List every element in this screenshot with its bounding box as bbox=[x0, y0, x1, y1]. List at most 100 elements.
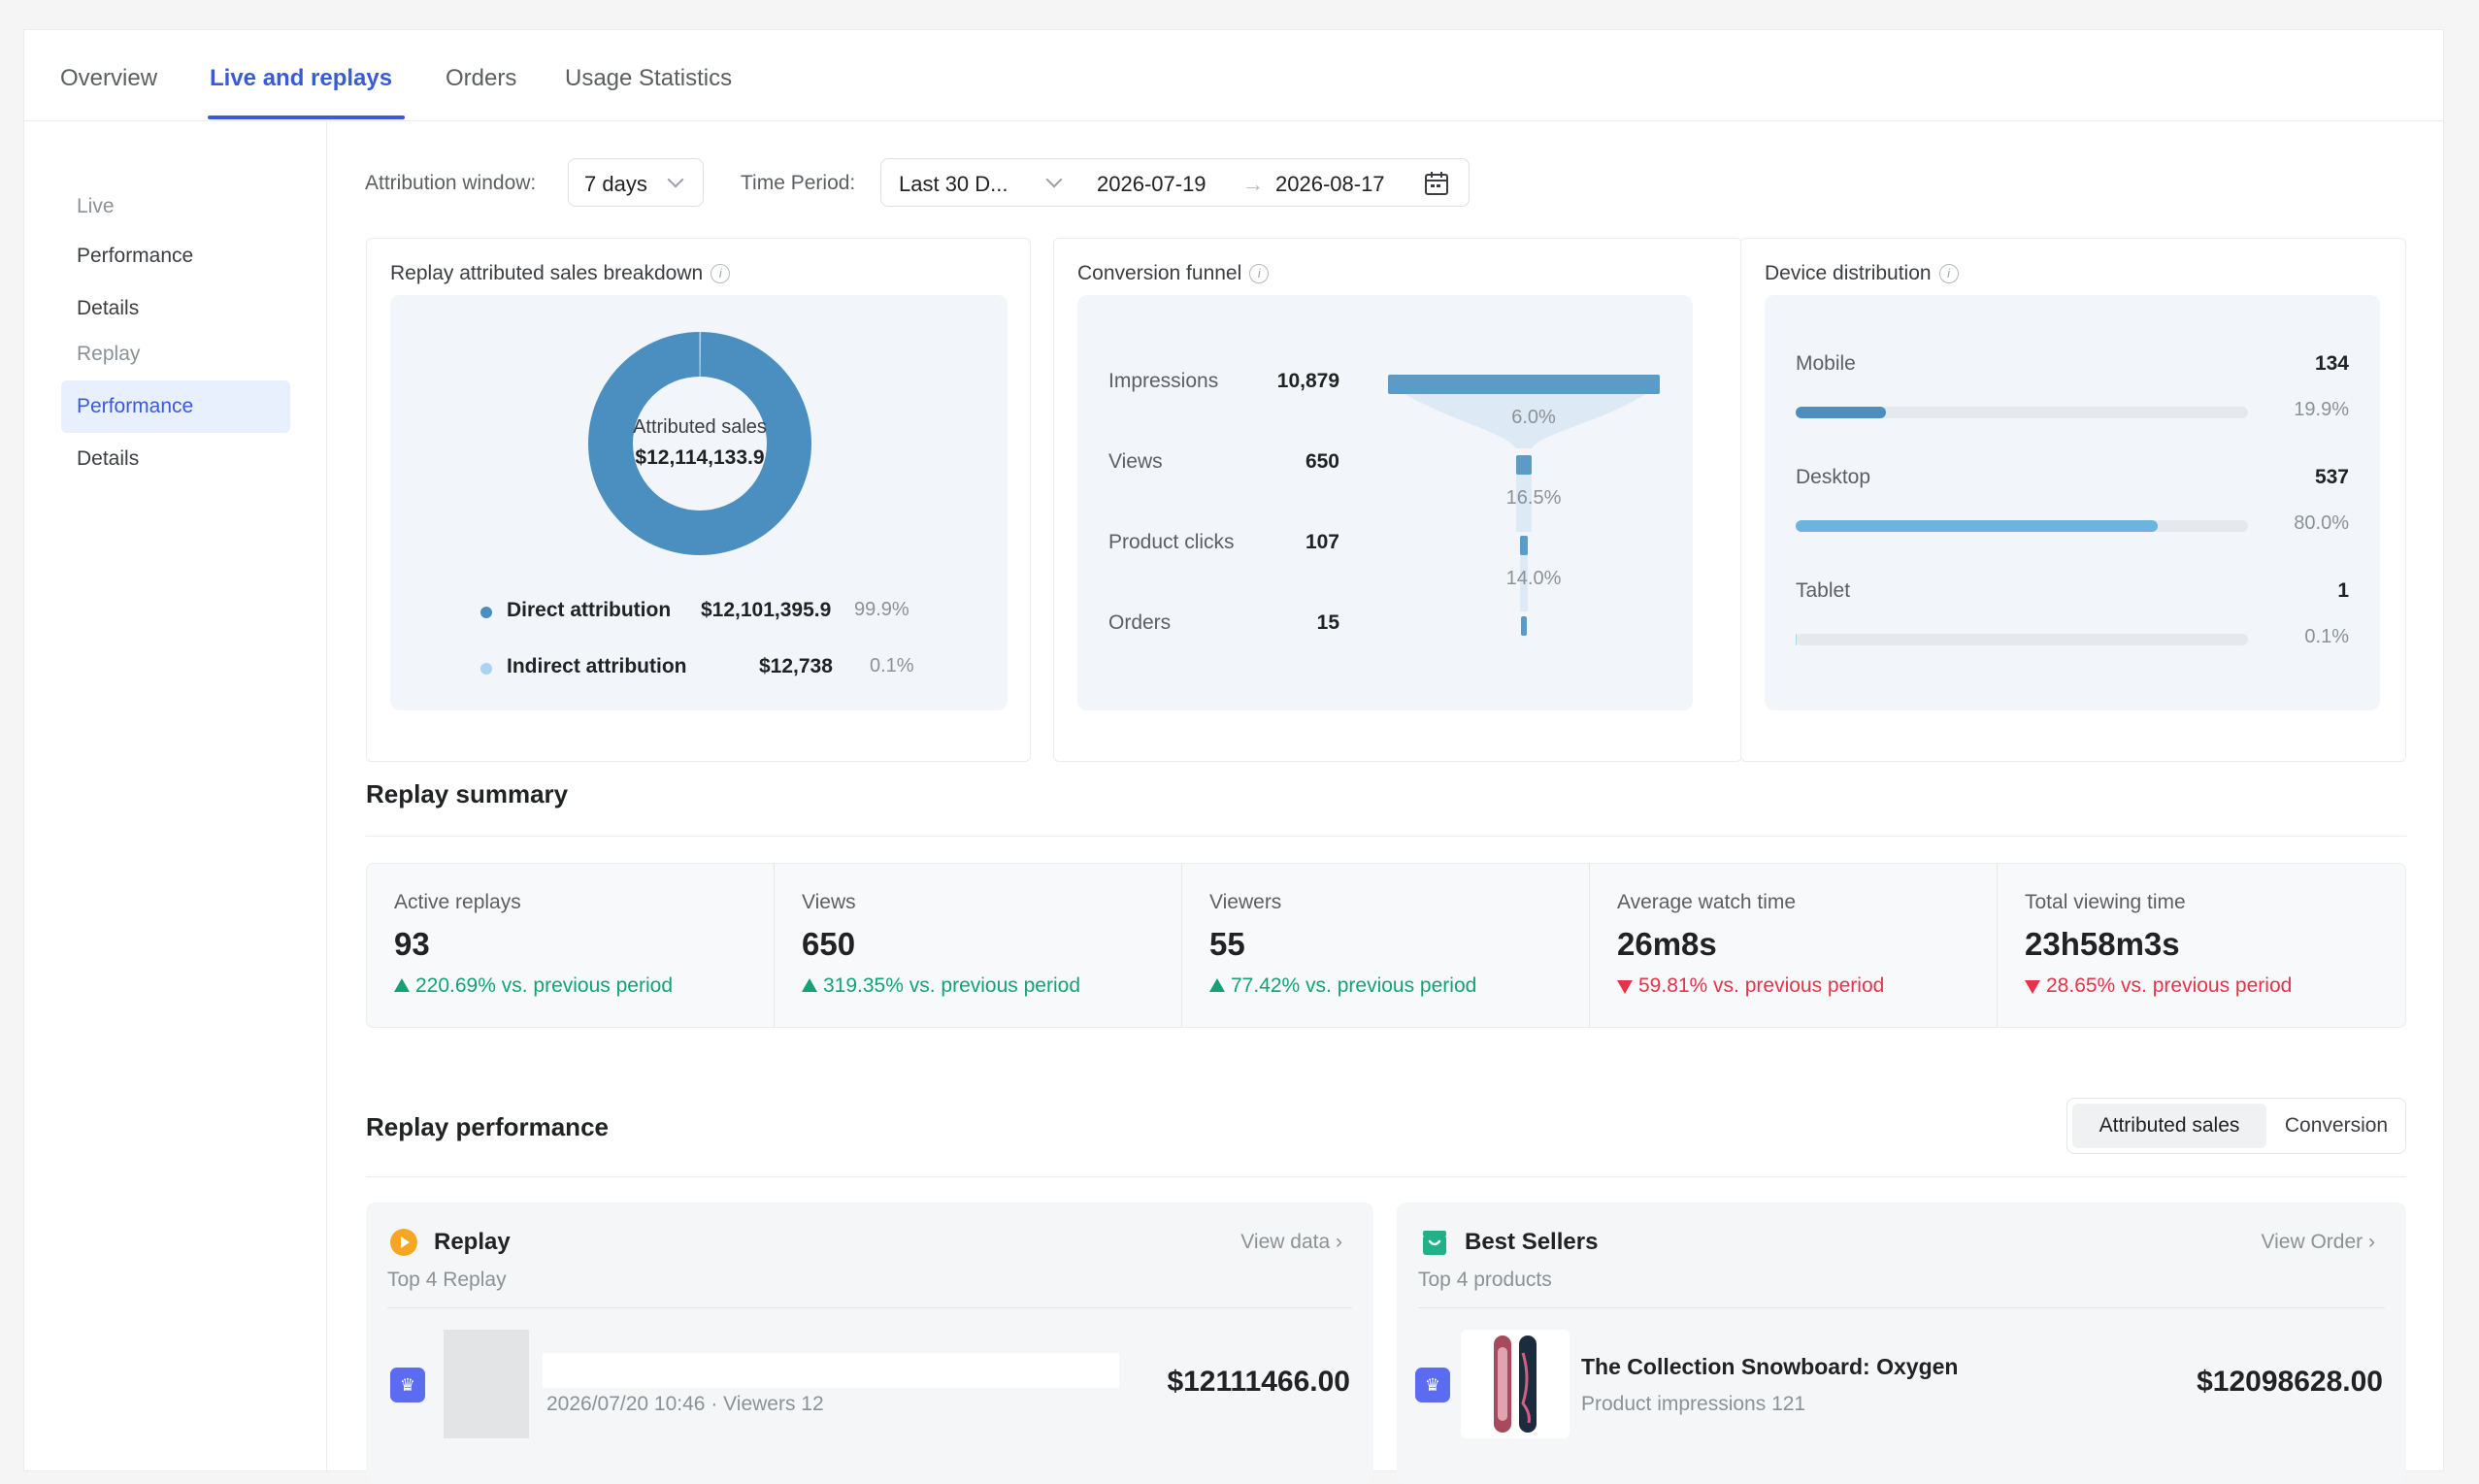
legend-pct: 0.1% bbox=[870, 655, 914, 676]
arrow-up-icon bbox=[802, 978, 817, 992]
tab-bar: Overview Live and replays Orders Usage S… bbox=[24, 30, 2443, 121]
funnel-value-product-clicks: 107 bbox=[1305, 531, 1339, 553]
donut-center-label: Attributed sales bbox=[633, 416, 767, 438]
metric-value: 26m8s bbox=[1617, 926, 1717, 962]
section-divider bbox=[366, 1176, 2406, 1177]
replay-summary-title: Replay summary bbox=[366, 779, 569, 808]
replay-performance-title: Replay performance bbox=[366, 1112, 609, 1141]
product-meta: Product impressions 121 bbox=[1581, 1393, 1806, 1415]
device-bar-track-desktop bbox=[1796, 520, 2248, 532]
funnel-bar-orders bbox=[1521, 616, 1527, 636]
info-icon[interactable]: i bbox=[1938, 264, 1959, 284]
funnel-label-orders: Orders bbox=[1108, 611, 1172, 634]
metric-delta: 77.42% vs. previous period bbox=[1209, 974, 1476, 998]
funnel-bar-product-clicks bbox=[1520, 536, 1528, 555]
chevron-right-icon: › bbox=[1336, 1231, 1342, 1253]
device-bar-track-tablet bbox=[1796, 634, 2248, 645]
metric-value: 93 bbox=[394, 926, 430, 962]
tab-live-and-replays[interactable]: Live and replays bbox=[210, 65, 392, 92]
sales-breakdown-card: Replay attributed sales breakdown i Attri… bbox=[366, 238, 1031, 762]
time-period-value[interactable]: Last 30 D... bbox=[899, 172, 1008, 197]
legend-pct: 99.9% bbox=[854, 599, 909, 620]
top-replay-panel: Replay View data › Top 4 Replay ♛ 2026/0… bbox=[366, 1203, 1373, 1484]
funnel-value-views: 650 bbox=[1305, 450, 1339, 473]
legend-dot bbox=[480, 607, 492, 618]
device-label-tablet: Tablet bbox=[1796, 579, 1851, 602]
tab-usage-statistics[interactable]: Usage Statistics bbox=[565, 65, 732, 92]
device-pct-tablet: 0.1% bbox=[2304, 626, 2349, 647]
funnel-rate-1: 6.0% bbox=[1511, 407, 1556, 428]
metric-label: Total viewing time bbox=[2025, 891, 2186, 913]
metric-label: Viewers bbox=[1209, 891, 1282, 913]
metric-label: Active replays bbox=[394, 891, 521, 913]
arrow-up-icon bbox=[394, 978, 410, 992]
performance-metric-toggle: Attributed sales Conversion bbox=[2066, 1098, 2406, 1154]
arrow-down-icon bbox=[2025, 980, 2040, 994]
metric-average-watch-time: Average watch time 26m8s 59.81% vs. prev… bbox=[1590, 864, 1998, 1027]
metric-active-replays: Active replays 93 220.69% vs. previous p… bbox=[367, 864, 775, 1027]
attribution-window-select[interactable]: 7 days bbox=[568, 158, 704, 207]
best-sellers-panel: Best Sellers View Order › Top 4 products… bbox=[1397, 1203, 2406, 1484]
metric-viewers: Viewers 55 77.42% vs. previous period bbox=[1182, 864, 1590, 1027]
sales-donut-chart: Attributed sales $12,114,133.9 bbox=[588, 332, 811, 555]
sidebar-item-live-details[interactable]: Details bbox=[61, 282, 290, 335]
arrow-up-icon bbox=[1209, 978, 1225, 992]
metric-value: 55 bbox=[1209, 926, 1245, 962]
funnel-bar-impressions bbox=[1388, 375, 1660, 394]
date-end[interactable]: 2026-08-17 bbox=[1275, 172, 1385, 197]
conversion-funnel-title: Conversion funnel i bbox=[1077, 262, 1270, 285]
info-icon[interactable]: i bbox=[711, 264, 731, 284]
device-pct-mobile: 19.9% bbox=[2294, 399, 2349, 420]
device-pct-desktop: 80.0% bbox=[2294, 512, 2349, 534]
product-amount: $12098628.00 bbox=[2197, 1366, 2383, 1398]
sidebar-item-live-performance[interactable]: Performance bbox=[61, 230, 290, 282]
funnel-panel: Impressions 10,879 Views 650 Product cli… bbox=[1077, 295, 1693, 710]
toggle-attributed-sales[interactable]: Attributed sales bbox=[2072, 1104, 2266, 1148]
legend-name: Indirect attribution bbox=[507, 655, 687, 677]
replay-panel-subtitle: Top 4 Replay bbox=[387, 1269, 507, 1291]
device-bar-fill-mobile bbox=[1796, 407, 1886, 418]
chevron-right-icon: › bbox=[2368, 1231, 2375, 1253]
snowboard-image bbox=[1494, 1336, 1537, 1433]
metric-views: Views 650 319.35% vs. previous period bbox=[775, 864, 1182, 1027]
device-label-mobile: Mobile bbox=[1796, 352, 1856, 375]
best-sellers-subtitle: Top 4 products bbox=[1418, 1269, 1552, 1291]
device-value-mobile: 134 bbox=[2314, 352, 2349, 375]
legend-value: $12,101,395.9 bbox=[701, 599, 832, 621]
panel-divider bbox=[387, 1307, 1352, 1308]
panel-divider bbox=[1418, 1307, 2385, 1308]
toggle-conversion[interactable]: Conversion bbox=[2271, 1104, 2401, 1148]
active-tab-indicator bbox=[208, 115, 405, 119]
tab-overview[interactable]: Overview bbox=[60, 65, 157, 92]
tab-orders[interactable]: Orders bbox=[446, 65, 516, 92]
conversion-funnel-card: Conversion funnel i Impressions 10,879 Vi… bbox=[1053, 238, 1742, 762]
product-thumbnail bbox=[1461, 1330, 1570, 1438]
sales-breakdown-panel: Attributed sales $12,114,133.9 Direct at… bbox=[390, 295, 1008, 710]
device-bar-fill-tablet bbox=[1796, 634, 1798, 645]
shopping-bag-icon bbox=[1423, 1231, 1446, 1255]
attribution-window-label: Attribution window: bbox=[365, 172, 537, 194]
metric-delta: 220.69% vs. previous period bbox=[394, 974, 673, 998]
funnel-rate-2: 16.5% bbox=[1505, 487, 1562, 509]
metric-label: Average watch time bbox=[1617, 891, 1797, 913]
sidebar-item-replay-performance[interactable]: Performance bbox=[61, 380, 290, 433]
view-order-link[interactable]: View Order › bbox=[2262, 1231, 2376, 1254]
replay-panel-title: Replay bbox=[434, 1229, 511, 1255]
legend-name: Direct attribution bbox=[507, 599, 672, 621]
info-icon[interactable]: i bbox=[1249, 264, 1270, 284]
time-period-range[interactable]: Last 30 D... 2026-07-19 → 2026-08-17 bbox=[880, 158, 1470, 207]
funnel-bar-views bbox=[1516, 455, 1532, 475]
calendar-icon[interactable] bbox=[1423, 170, 1450, 197]
replay-meta: 2026/07/20 10:46 · Viewers 12 bbox=[546, 1393, 824, 1415]
sales-breakdown-title: Replay attributed sales breakdown i bbox=[390, 262, 731, 285]
view-data-link[interactable]: View data › bbox=[1240, 1231, 1342, 1254]
attribution-window-value: 7 days bbox=[584, 172, 647, 196]
chevron-down-icon bbox=[667, 171, 684, 188]
date-start[interactable]: 2026-07-19 bbox=[1097, 172, 1206, 197]
funnel-rate-3: 14.0% bbox=[1505, 568, 1562, 589]
section-divider bbox=[366, 836, 2406, 837]
device-distribution-title: Device distribution i bbox=[1765, 262, 1959, 285]
sidebar-item-replay-details[interactable]: Details bbox=[61, 433, 290, 485]
device-value-tablet: 1 bbox=[2337, 579, 2349, 602]
product-name[interactable]: The Collection Snowboard: Oxygen bbox=[1581, 1354, 1958, 1380]
